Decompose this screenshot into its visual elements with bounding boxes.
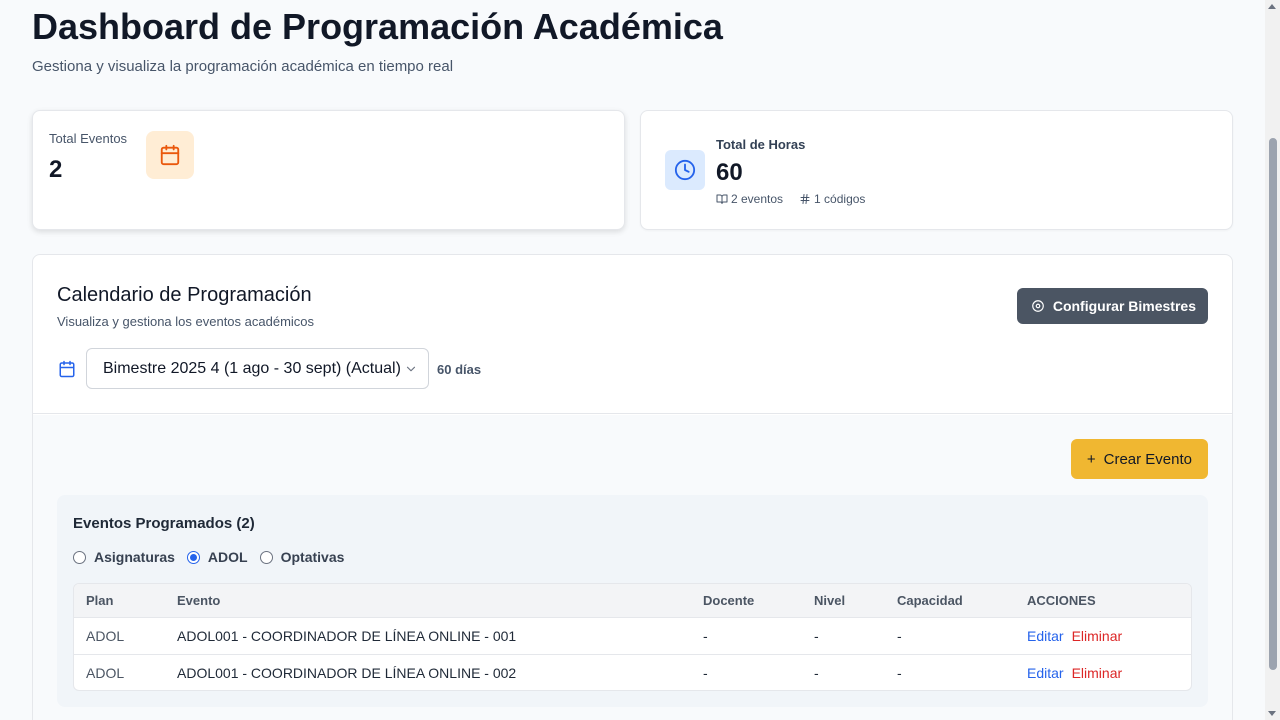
delete-link[interactable]: Eliminar xyxy=(1072,665,1123,681)
column-capacidad: Capacidad xyxy=(885,584,1015,618)
scroll-down-arrow[interactable] xyxy=(1268,711,1276,716)
calendar-subtitle: Visualiza y gestiona los eventos académi… xyxy=(57,314,315,329)
events-title: Eventos Programados (2) xyxy=(73,515,255,532)
configure-bimesters-button[interactable]: Configurar Bimestres xyxy=(1016,288,1208,324)
cell-nivel: - xyxy=(802,617,885,655)
period-days: 60 días xyxy=(437,362,482,377)
codes-count: 1 códigos xyxy=(799,192,865,206)
calendar-icon xyxy=(58,360,76,383)
radio-button[interactable] xyxy=(259,550,273,564)
stat-label: Total Eventos xyxy=(49,131,128,146)
page-title: Dashboard de Programación Académica xyxy=(32,6,723,47)
stat-value: 2 xyxy=(49,156,63,183)
calendar-header: Calendario de Programación Visualiza y g… xyxy=(33,255,1232,414)
stat-label: Total de Horas xyxy=(716,137,806,152)
cell-evento: ADOL001 - COORDINADOR DE LÍNEA ONLINE - … xyxy=(177,664,517,681)
page-scrollbar[interactable] xyxy=(1265,0,1280,720)
stat-value: 60 xyxy=(716,159,743,186)
stat-card-events: Total Eventos 2 xyxy=(32,110,625,230)
edit-link[interactable]: Editar xyxy=(1027,628,1064,644)
period-select-value: Bimestre 2025 4 (1 ago - 30 sept) (Actua… xyxy=(103,359,401,377)
cell-plan: ADOL xyxy=(74,617,165,655)
chevron-down-icon xyxy=(404,362,418,381)
edit-link[interactable]: Editar xyxy=(1027,665,1064,681)
cell-actions: Editar Eliminar xyxy=(1015,617,1191,655)
cell-docente: - xyxy=(691,617,802,655)
calendar-icon xyxy=(146,131,194,179)
stat-meta: 2 eventos 1 códigos xyxy=(716,192,865,206)
create-event-button[interactable]: + Crear Evento xyxy=(1070,439,1208,479)
cell-evento: ADOL001 - COORDINADOR DE LÍNEA ONLINE - … xyxy=(165,617,691,655)
table-header-row: Plan Evento Docente Nivel Capacidad ACCI… xyxy=(74,584,1191,618)
cell-capacidad: - xyxy=(885,617,1015,655)
calendar-title: Calendario de Programación xyxy=(57,284,312,306)
table-row: ADOL ADOL001 - COORDINADOR DE LÍNEA ONLI… xyxy=(74,617,1191,655)
calendar-card: Calendario de Programación Visualiza y g… xyxy=(32,254,1233,720)
event-type-filter: Asignaturas ADOL Optativas xyxy=(73,549,356,565)
column-evento: Evento xyxy=(165,584,691,618)
events-table: Plan Evento Docente Nivel Capacidad ACCI… xyxy=(73,583,1192,691)
column-plan: Plan xyxy=(74,584,165,618)
column-docente: Docente xyxy=(691,584,802,618)
radio-button[interactable] xyxy=(73,550,86,564)
cell-actions: Editar Eliminar xyxy=(1015,654,1191,690)
scroll-up-arrow[interactable] xyxy=(1268,4,1276,9)
cell-capacidad: - xyxy=(897,664,902,681)
delete-link[interactable]: Eliminar xyxy=(1072,628,1123,644)
events-panel: Eventos Programados (2) Asignaturas ADOL… xyxy=(57,495,1208,707)
page-subtitle: Gestiona y visualiza la programación aca… xyxy=(32,58,454,75)
column-nivel: Nivel xyxy=(802,584,885,618)
filter-adol[interactable]: ADOL xyxy=(186,549,248,565)
cell-nivel: - xyxy=(814,664,819,681)
calendar-body: + Crear Evento Eventos Programados (2) A… xyxy=(33,415,1232,720)
filter-optativas[interactable]: Optativas xyxy=(259,549,344,565)
table-row: ADOL ADOL001 - COORDINADOR DE LÍNEA ONLI… xyxy=(74,654,1191,690)
settings-icon xyxy=(1032,300,1044,312)
events-count: 2 eventos xyxy=(716,192,783,206)
cell-plan: ADOL xyxy=(86,664,125,681)
radio-button[interactable] xyxy=(186,550,200,564)
scrollbar-thumb[interactable] xyxy=(1269,138,1277,670)
filter-asignaturas[interactable]: Asignaturas xyxy=(73,549,175,565)
cell-docente: - xyxy=(703,664,708,681)
plus-icon: + xyxy=(1086,450,1096,468)
book-icon xyxy=(716,194,728,204)
column-acciones: ACCIONES xyxy=(1015,584,1191,618)
clock-icon xyxy=(665,150,705,190)
stat-card-hours: Total de Horas 60 2 eventos 1 códigos xyxy=(640,110,1233,230)
hash-icon xyxy=(800,194,810,204)
period-select[interactable]: Bimestre 2025 4 (1 ago - 30 sept) (Actua… xyxy=(86,348,429,389)
